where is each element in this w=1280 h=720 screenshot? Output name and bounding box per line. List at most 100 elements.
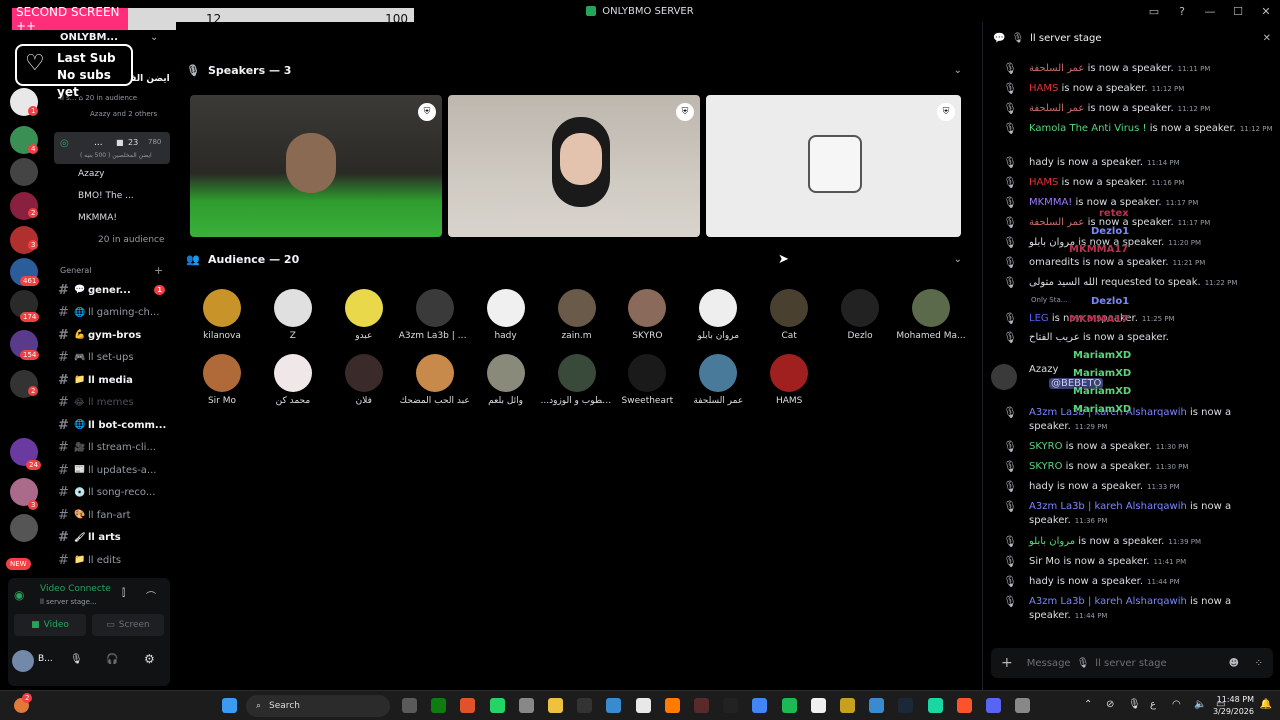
server-icon[interactable] xyxy=(10,514,38,542)
channel-item[interactable]: # 💬 gener... 1 xyxy=(58,280,173,300)
stage-member[interactable]: BMO! The ... xyxy=(78,191,134,201)
wifi-icon[interactable]: ◠ xyxy=(1172,699,1181,710)
channel-item[interactable]: # 🌐 ll bot-comm... xyxy=(58,415,173,435)
message-author[interactable]: hady xyxy=(1029,481,1054,492)
audience-member[interactable]: HAMS xyxy=(753,354,825,406)
audience-member[interactable]: zain.m xyxy=(541,289,613,341)
message-author[interactable]: hady xyxy=(1029,576,1054,587)
channel-item[interactable]: # 😂 ll memes xyxy=(58,393,173,413)
minimize-button[interactable]: — xyxy=(1196,5,1224,18)
server-name[interactable]: ONLYBM... xyxy=(60,32,118,43)
message-author[interactable]: عمر السلحفة xyxy=(1029,217,1084,228)
channel-item[interactable]: # 💪 gym-bros xyxy=(58,325,173,345)
audience-member[interactable]: Sir Mo xyxy=(186,354,258,406)
volume-icon[interactable]: 🔈 xyxy=(1194,699,1206,710)
channel-item[interactable]: # 🌐 ll gaming-ch... xyxy=(58,303,173,323)
xbox-icon[interactable] xyxy=(431,698,447,713)
channel-item[interactable]: # 📁 ll media xyxy=(58,370,173,390)
media-tray-icon[interactable]: ⊘ xyxy=(1106,699,1114,710)
media-icon[interactable] xyxy=(694,698,709,713)
disconnect-icon[interactable]: ⌒ xyxy=(146,588,156,603)
audience-member[interactable]: Mohamed Ma... xyxy=(895,289,967,341)
audience-member[interactable]: فلان xyxy=(328,354,400,406)
file-explorer-icon[interactable] xyxy=(548,698,563,713)
discord-icon[interactable] xyxy=(986,698,1001,713)
emoji-icon[interactable]: ☻ xyxy=(1229,658,1239,669)
terminal-icon[interactable] xyxy=(577,698,593,713)
message-author[interactable]: Kamola The Anti Virus ! xyxy=(1029,123,1147,134)
illustrator-icon[interactable] xyxy=(664,698,680,713)
message-author[interactable]: HAMS xyxy=(1029,177,1058,188)
notepad-icon[interactable] xyxy=(635,698,651,713)
close-button[interactable]: ✕ xyxy=(1252,5,1280,18)
message-author[interactable]: LEG xyxy=(1029,313,1049,324)
microphone-icon[interactable]: 🎙 xyxy=(70,654,83,665)
message-author[interactable]: HAMS xyxy=(1029,83,1058,94)
spotify-icon[interactable] xyxy=(781,698,797,713)
channel-item[interactable]: # 🖌 ll arts xyxy=(58,528,173,548)
taskbar-search[interactable]: ⌕ Search xyxy=(246,695,390,717)
stage-member[interactable]: MKMMA! xyxy=(78,213,117,223)
channel-item[interactable]: # 🎨 ll fan-art xyxy=(58,505,173,525)
noise-icon[interactable]: ⫿ xyxy=(122,588,125,599)
message-author[interactable]: A3zm La3b | kareh Alsharqawih xyxy=(1029,501,1187,512)
speaker-avatar-tile[interactable]: ⛨ xyxy=(706,95,961,237)
mic-tray-icon[interactable]: 🎙 xyxy=(1128,699,1141,710)
message-author[interactable]: MKMMA! xyxy=(1029,197,1072,208)
audience-member[interactable]: Dezlo xyxy=(824,289,896,341)
system-clock[interactable]: 11:48 PM 3/29/2026 xyxy=(1213,694,1254,718)
audience-member[interactable]: عبدو xyxy=(328,289,400,341)
voice-channel[interactable]: ll server stage... xyxy=(40,598,97,606)
message-author[interactable]: مروان بابلو xyxy=(1029,536,1075,547)
browser-icon[interactable] xyxy=(460,698,476,713)
capcut-icon[interactable] xyxy=(927,698,943,713)
audience-member[interactable]: عبد الحب المضحك xyxy=(399,354,471,406)
server-icon[interactable] xyxy=(10,158,38,186)
channel-item[interactable]: # 🎮 ll set-ups xyxy=(58,348,173,368)
help-icon[interactable]: ? xyxy=(1168,5,1196,18)
channel-item[interactable]: # 📰 ll updates-a... xyxy=(58,460,173,480)
speaker-video-tile[interactable]: ⛨ xyxy=(448,95,700,237)
add-channel-icon[interactable]: + xyxy=(154,264,163,277)
inbox-icon[interactable]: ▭ xyxy=(1140,5,1168,18)
message-composer[interactable]: + Message 🎙 ll server stage ☻ ⁘ xyxy=(991,648,1273,678)
audience-member[interactable]: Cat xyxy=(753,289,825,341)
steam-icon[interactable] xyxy=(898,698,914,713)
message-author[interactable]: عمر السلحفة xyxy=(1029,63,1084,74)
stage-member[interactable]: Azazy xyxy=(78,169,104,179)
audience-member[interactable]: وائل بلعم xyxy=(470,354,542,406)
message-author[interactable]: Sir Mo xyxy=(1029,556,1060,567)
chrome-icon[interactable] xyxy=(752,698,768,713)
settings-gear-icon[interactable]: ⚙ xyxy=(144,652,155,666)
speaker-video-tile[interactable]: ⛨ xyxy=(190,95,442,237)
avatar[interactable] xyxy=(991,364,1017,390)
audience-member[interactable]: kilanova xyxy=(186,289,258,341)
close-icon[interactable]: ✕ xyxy=(1263,33,1271,44)
headphones-icon[interactable]: 🎧 xyxy=(106,654,118,665)
audience-member[interactable]: محمد كن xyxy=(257,354,329,406)
user-name[interactable]: B... xyxy=(38,654,53,664)
message-author[interactable]: hady xyxy=(1029,157,1054,168)
store-icon[interactable] xyxy=(869,698,885,713)
channel-item[interactable]: # 💿 ll song-reco... xyxy=(58,483,173,503)
audience-member[interactable]: ...ع الطوب و الوزود xyxy=(541,354,613,406)
chevron-down-icon[interactable]: ⌄ xyxy=(954,254,962,265)
channel-item[interactable]: # 🎥 ll stream-cli... xyxy=(58,438,173,458)
message-author[interactable]: omaredits xyxy=(1029,257,1079,268)
message-author[interactable]: عمر السلحفة xyxy=(1029,103,1084,114)
windows-start-icon[interactable] xyxy=(222,698,237,713)
message-author[interactable]: SKYRO xyxy=(1029,441,1062,452)
audience-member[interactable]: عمر السلحفة xyxy=(682,354,754,406)
tray-chevron-icon[interactable]: ⌃ xyxy=(1084,699,1092,710)
category-general[interactable]: General xyxy=(60,266,92,275)
task-view-icon[interactable] xyxy=(402,698,417,713)
epic-games-icon[interactable] xyxy=(723,698,739,713)
audience-member[interactable]: مروان بابلو xyxy=(682,289,754,341)
message-author[interactable]: SKYRO xyxy=(1029,461,1062,472)
avatar[interactable] xyxy=(12,650,34,672)
channel-item[interactable]: # 📁 ll edits xyxy=(58,550,173,570)
message-author[interactable]: الله السيد متولى xyxy=(1029,277,1098,288)
add-attachment-icon[interactable]: + xyxy=(1001,655,1013,671)
audience-member[interactable]: A3zm La3b | k... xyxy=(399,289,471,341)
camera-icon[interactable] xyxy=(518,698,534,713)
